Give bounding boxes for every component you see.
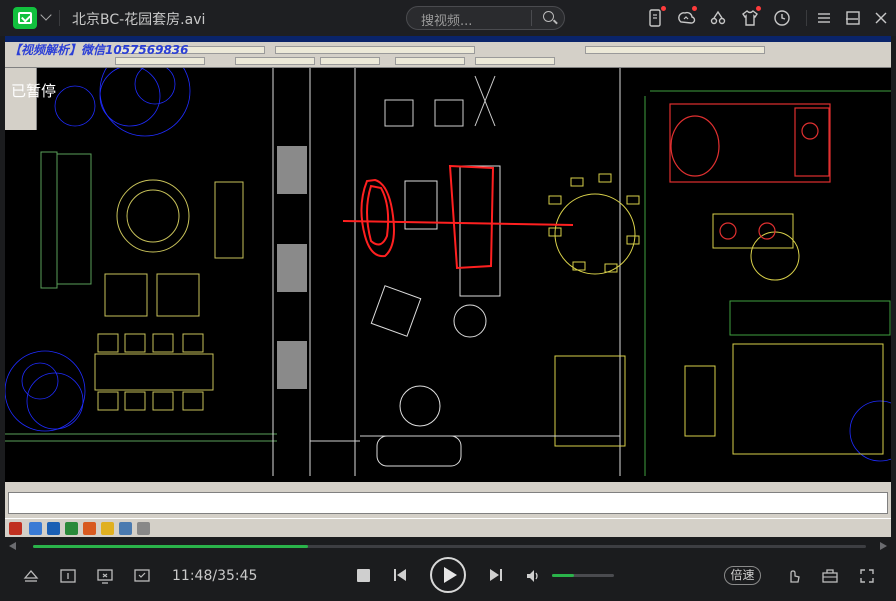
volume-fill (552, 574, 574, 577)
progress-fill (33, 545, 308, 548)
app-logo-icon[interactable] (13, 7, 37, 29)
search-box[interactable]: 搜视频... (406, 6, 565, 30)
cad-dropdown (475, 57, 555, 65)
maximize-icon[interactable] (845, 10, 861, 26)
toolbox-icon[interactable] (821, 567, 839, 589)
paused-status: 已暂停 (11, 82, 57, 100)
chevron-down-icon[interactable] (40, 9, 52, 21)
next-button[interactable] (488, 567, 504, 587)
cad-command-area (5, 482, 891, 537)
playback-time: 11:48/35:45 (172, 568, 258, 584)
taskbar-app-icon (47, 522, 60, 535)
screen-mirror-icon[interactable] (96, 567, 114, 589)
share-icon[interactable] (708, 8, 728, 28)
volume-slider[interactable] (552, 574, 614, 577)
close-icon[interactable] (873, 10, 889, 26)
tshirt-skin-icon[interactable] (740, 6, 761, 28)
taskbar-app-icon (119, 522, 132, 535)
divider (531, 10, 532, 26)
cad-command-line (8, 492, 888, 514)
title-bar: 北京BC-花园套房.avi 搜视频... (0, 0, 896, 36)
cad-toolbar (585, 46, 765, 54)
previous-button[interactable] (392, 567, 408, 587)
eject-icon[interactable] (22, 567, 40, 589)
cloud-sync-icon[interactable] (676, 6, 697, 28)
taskbar-app-icon (29, 522, 42, 535)
collapse-left-icon[interactable] (9, 542, 16, 550)
os-taskbar (5, 518, 891, 537)
search-icon[interactable] (543, 11, 554, 22)
screenshot-icon[interactable] (133, 567, 151, 589)
phone-icon[interactable] (645, 6, 666, 28)
video-player-window: 北京BC-花园套房.avi 搜视频... 【视频解析】微信1057569836 … (0, 0, 896, 601)
taskbar-app-icon (137, 522, 150, 535)
video-watermark: 【视频解析】微信1057569836 (9, 43, 189, 57)
search-input[interactable]: 搜视频... (421, 10, 472, 29)
gesture-icon[interactable] (785, 567, 803, 589)
taskbar-app-icon (83, 522, 96, 535)
start-icon (9, 522, 22, 535)
taskbar-app-icon (101, 522, 114, 535)
cad-floorplan-frame (5, 36, 891, 537)
cad-dropdown (320, 57, 380, 65)
stop-button[interactable] (357, 569, 370, 582)
cad-toolbar (275, 46, 475, 54)
volume-icon[interactable] (524, 567, 542, 589)
video-title: 北京BC-花园套房.avi (72, 12, 206, 28)
cad-dropdown (235, 57, 315, 65)
fullscreen-icon[interactable] (858, 567, 876, 589)
cad-dropdown (115, 57, 205, 65)
menu-icon[interactable] (816, 10, 832, 26)
divider (806, 10, 807, 26)
cad-dropdown (395, 57, 465, 65)
cad-toolbar-area: 【视频解析】微信1057569836 (5, 36, 891, 68)
progress-bar[interactable] (33, 545, 866, 548)
play-button[interactable] (430, 557, 466, 593)
video-viewport[interactable]: 【视频解析】微信1057569836 已暂停 (5, 36, 891, 537)
subtitle-icon[interactable] (59, 567, 77, 589)
playback-speed-button[interactable]: 倍速 (724, 566, 761, 585)
collapse-right-icon[interactable] (880, 542, 887, 550)
divider (59, 10, 60, 26)
taskbar-app-icon (65, 522, 78, 535)
history-clock-icon[interactable] (772, 8, 792, 28)
